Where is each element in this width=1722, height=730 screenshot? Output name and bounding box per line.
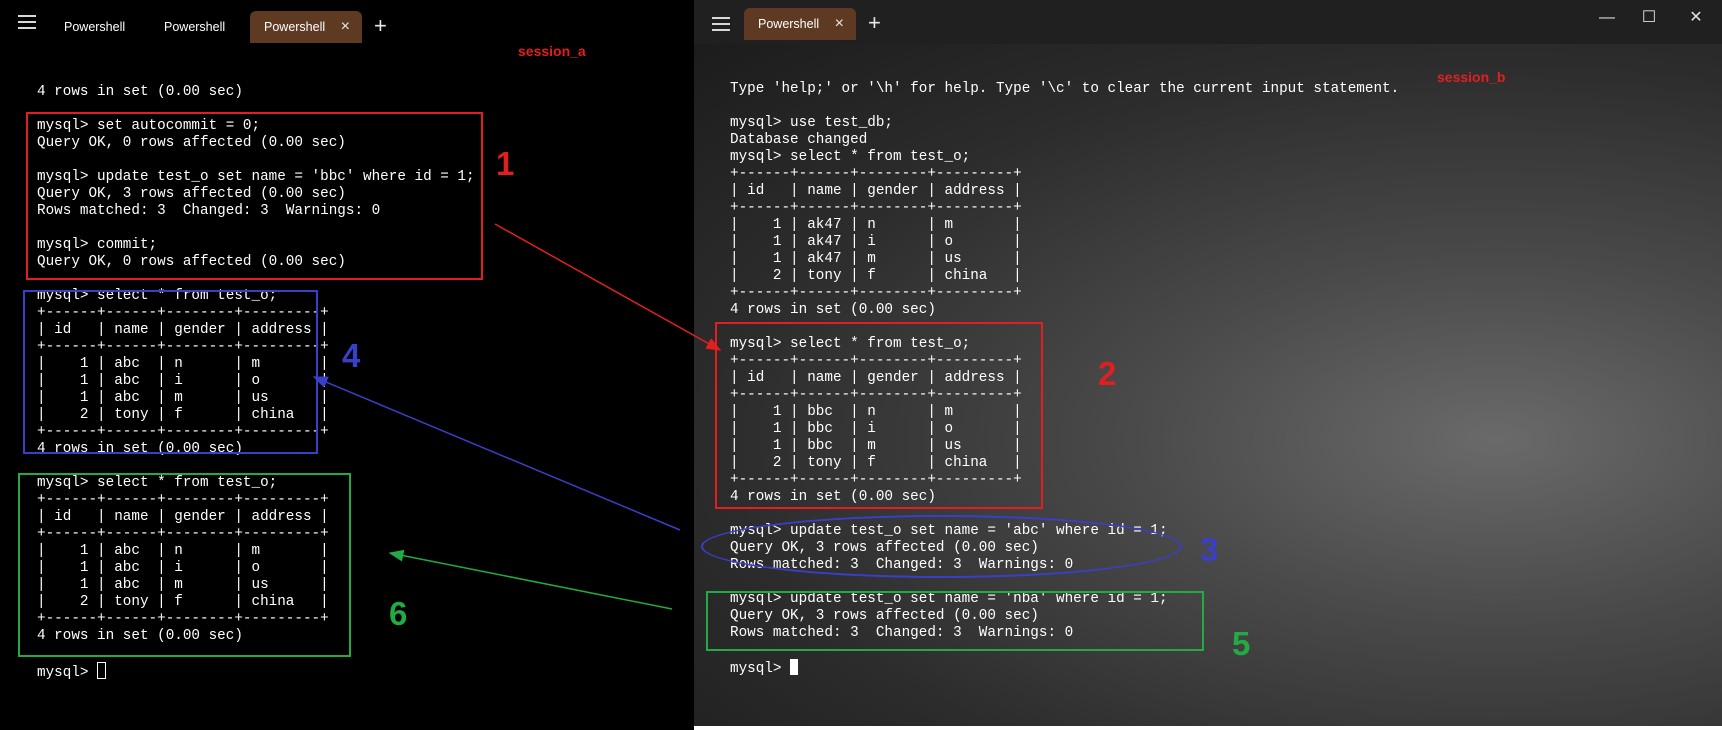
arrow-5-to-6 <box>388 549 673 610</box>
annotation-arrows <box>312 223 722 610</box>
arrow-1-to-2 <box>494 223 722 351</box>
arrow-3-to-4 <box>312 376 681 531</box>
